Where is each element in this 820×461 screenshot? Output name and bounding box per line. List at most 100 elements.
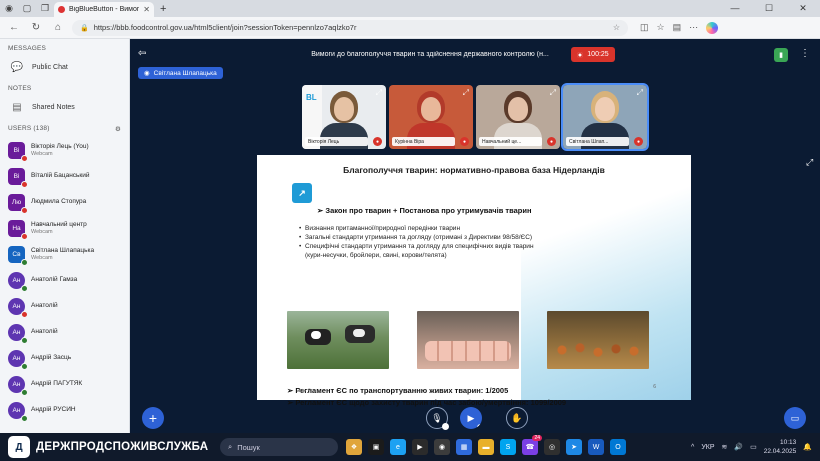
microphone-muted-icon: ● (373, 137, 382, 146)
brand: Д ДЕРЖПРОДСПОЖИВСЛУЖБА (0, 436, 220, 458)
chat-toggle-button[interactable]: ▭ (784, 407, 806, 429)
slide-title: Благополуччя тварин: нормативно-правова … (343, 165, 605, 175)
participant-face (508, 97, 528, 121)
webcam-tile[interactable]: ⤢ Світлана Шлап... ● (561, 83, 649, 151)
participant-face (595, 97, 615, 121)
skype-icon[interactable]: S (500, 439, 516, 455)
connection-status-icon[interactable]: ▮ (774, 48, 788, 62)
avatar: Ан (8, 349, 28, 370)
camera-app-icon[interactable]: ◉ (434, 439, 450, 455)
notifications-icon[interactable]: 🔔 (803, 443, 812, 451)
actions-plus-button[interactable]: + (142, 407, 164, 429)
user-list-item[interactable]: Лю Людмила Стопура (0, 189, 129, 215)
avatar: Ан (8, 297, 28, 318)
clock[interactable]: 10:13 22.04.2025 (764, 438, 797, 456)
refresh-icon[interactable]: ↻ (28, 22, 44, 33)
taskbar-search[interactable]: ⌕ Пошук (220, 438, 338, 456)
favorite-icon[interactable]: ☆ (613, 23, 620, 32)
viber-icon[interactable]: ☎ 24 (522, 435, 542, 455)
clock-time: 10:13 (780, 439, 797, 446)
telegram-icon[interactable]: ➤ (566, 439, 582, 455)
widgets-icon[interactable]: ❖ (346, 439, 362, 455)
battery-icon[interactable]: ▭ (750, 443, 757, 451)
slide-logo: ↗ (292, 183, 312, 203)
avatar: Ан (8, 401, 28, 422)
language-indicator[interactable]: УКР (701, 444, 714, 451)
outlook-icon[interactable]: O (610, 439, 626, 455)
tab-actions-icon[interactable]: ❐ (36, 0, 54, 17)
url-text: https://bbb.foodcontrol.gov.ua/html5clie… (93, 23, 357, 32)
lock-icon[interactable]: 🔒 (80, 24, 89, 32)
microphone-muted-icon: ● (460, 137, 469, 146)
media-icon[interactable]: ▶ (412, 439, 428, 455)
explorer-icon[interactable]: ▬ (478, 439, 494, 455)
expand-icon[interactable]: ⤢ (463, 88, 469, 98)
back-icon[interactable]: ← (6, 22, 22, 33)
audio-options-icon[interactable] (442, 423, 449, 430)
webcam-tile[interactable]: ⤢ Курінна Віра ● (389, 85, 473, 149)
user-list-item[interactable]: Ві Віталій Бацанський (0, 163, 129, 189)
tab-title: BigBlueButton - Вимоги до... (69, 6, 140, 13)
user-list-item[interactable]: Ан Андрій Засць (0, 345, 129, 371)
user-list-item[interactable]: Ан Андрій РУСИН (0, 397, 129, 423)
word-icon[interactable]: W (588, 439, 604, 455)
edge-icon[interactable]: e (390, 439, 406, 455)
home-icon[interactable]: ⌂ (50, 22, 66, 33)
users-settings-icon[interactable]: ⚙ (115, 125, 121, 133)
user-list-item[interactable]: Ан Анатолій Гамза (0, 267, 129, 293)
new-tab-icon[interactable]: + (160, 3, 166, 15)
close-window-icon[interactable]: ✕ (786, 3, 820, 14)
user-name: Андрій РУСИН (31, 406, 76, 414)
expand-icon[interactable]: ⤢ (376, 88, 382, 98)
minimize-icon[interactable]: — (718, 3, 752, 14)
webcam-button[interactable]: ▶ (460, 407, 482, 429)
recording-indicator[interactable]: 100:25 (571, 47, 615, 62)
user-list-item[interactable]: Ві Вікторія Лець (You) Webcam (0, 137, 129, 163)
wifi-icon[interactable]: ≋ (722, 443, 728, 451)
user-list-item[interactable]: Св Світлана Шлапацька Webcam (0, 241, 129, 267)
user-list-toggle-icon[interactable]: ⇦ (138, 48, 146, 59)
collections-icon[interactable]: ▤ (673, 22, 682, 33)
slide-toolbar-icon[interactable]: ◀ ▶ ⚲ (297, 388, 311, 394)
speaker-icon[interactable]: 🔊 (734, 443, 743, 451)
split-screen-icon[interactable]: ◫ (640, 22, 649, 33)
webcam-label: Світлана Шлап... (566, 137, 629, 146)
webcam-tile[interactable]: BL ⤢ Вікторія Лець ● (302, 85, 386, 149)
microphone-muted-icon: ● (634, 137, 643, 146)
webcam-label: Вікторія Лець (305, 137, 368, 146)
webcam-tile[interactable]: ⤢ Навчальний це... ● (476, 85, 560, 149)
close-tab-icon[interactable]: ✕ (143, 5, 150, 14)
avatar: Ві (8, 141, 28, 162)
user-name: Анатолій (31, 302, 58, 310)
chrome-icon[interactable]: ◎ (544, 439, 560, 455)
profile-icon[interactable]: ◉ (0, 0, 18, 17)
shared-notes-item[interactable]: ▤ Shared Notes (0, 96, 129, 119)
more-options-icon[interactable]: ⋮ (800, 48, 810, 59)
user-list-item[interactable]: Ан Анатолій (0, 319, 129, 345)
fullscreen-icon[interactable]: ⤢ (806, 157, 813, 168)
raise-hand-button[interactable]: ✋ (506, 407, 528, 429)
webcam-options-icon[interactable] (477, 424, 482, 429)
search-placeholder: Пошук (237, 442, 260, 452)
user-name: Віталій Бацанський (31, 172, 90, 180)
user-list-item[interactable]: На Навчальний центр Webcam (0, 215, 129, 241)
user-list-item[interactable]: Ан Андрій ПАГУТЯК (0, 371, 129, 397)
task-view-icon[interactable]: ▣ (368, 439, 384, 455)
favorites-icon[interactable]: ☆ (657, 22, 665, 33)
extensions-icon[interactable]: ⋯ (689, 22, 698, 33)
brand-logo-icon: Д (8, 436, 30, 458)
webcam-label: Навчальний це... (479, 137, 542, 146)
workspaces-icon[interactable]: ▢ (18, 0, 36, 17)
expand-icon[interactable]: ⤢ (637, 88, 643, 98)
browser-tab[interactable]: BigBlueButton - Вимоги до... ✕ (54, 2, 154, 17)
chevron-up-icon[interactable]: ^ (691, 444, 694, 451)
copilot-icon[interactable] (706, 21, 719, 34)
expand-icon[interactable]: ⤢ (550, 88, 556, 98)
mute-button[interactable]: 🎙 (426, 407, 449, 430)
store-icon[interactable]: ▦ (456, 439, 472, 455)
url-input[interactable]: 🔒 https://bbb.foodcontrol.gov.ua/html5cl… (72, 19, 628, 36)
maximize-icon[interactable]: ☐ (752, 3, 786, 14)
slide-bullet: Визнання притаманної/природної передінки… (299, 224, 599, 233)
public-chat-item[interactable]: 💬 Public Chat (0, 56, 129, 79)
user-list-item[interactable]: Ан Анатолій (0, 293, 129, 319)
